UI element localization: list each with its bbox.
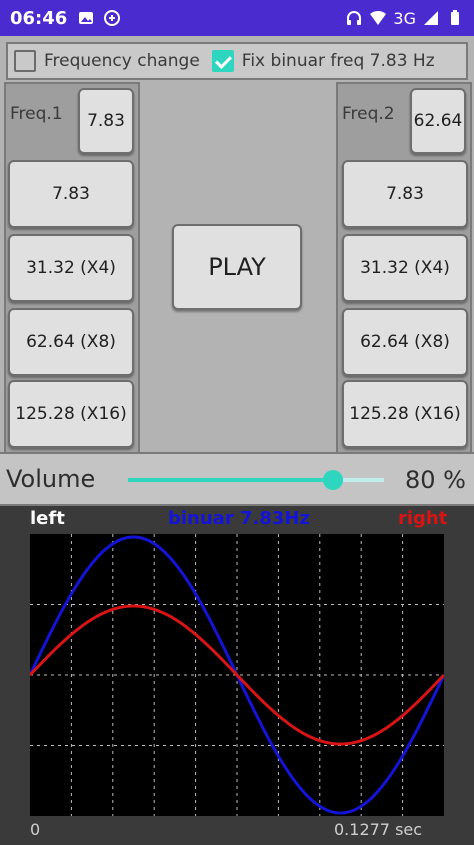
- left-preset-button-4[interactable]: 125.28 (X16): [8, 380, 134, 448]
- fix-binuar-label: Fix binuar freq 7.83 Hz: [241, 51, 435, 71]
- status-time: 06:46: [10, 7, 68, 29]
- left-preset-button-1[interactable]: 7.83: [8, 160, 134, 228]
- frequency-change-checkbox[interactable]: [14, 50, 36, 72]
- options-row: Frequency change Fix binuar freq 7.83 Hz: [6, 42, 468, 80]
- fix-binuar-checkbox[interactable]: [211, 50, 234, 72]
- oscilloscope: left binuar 7.83Hz right 0 0.1277 sec: [0, 506, 474, 845]
- right-preset-button-4[interactable]: 125.28 (X16): [342, 380, 468, 448]
- left-preset-button-3[interactable]: 62.64 (X8): [8, 308, 134, 376]
- scope-left-label: left: [30, 508, 65, 529]
- volume-row: Volume 80 %: [0, 452, 474, 506]
- headset-icon: [347, 11, 362, 25]
- volume-slider-thumb[interactable]: [322, 470, 343, 490]
- volume-slider-fill: [128, 478, 333, 482]
- control-panel: Frequency change Fix binuar freq 7.83 Hz…: [0, 36, 474, 506]
- frequency-change-label: Frequency change: [44, 51, 200, 71]
- x-axis-start: 0: [30, 820, 41, 839]
- scope-right-label: right: [398, 508, 448, 529]
- cell-signal-icon: [424, 11, 438, 25]
- right-preset-button-3[interactable]: 62.64 (X8): [342, 308, 468, 376]
- freq2-value-field[interactable]: 62.64: [410, 88, 466, 154]
- left-preset-button-2[interactable]: 31.32 (X4): [8, 234, 134, 302]
- waveform-plot: [30, 534, 444, 816]
- freq2-label: Freq.2: [342, 104, 395, 124]
- right-preset-button-1[interactable]: 7.83: [342, 160, 468, 228]
- freq1-label: Freq.1: [10, 104, 63, 124]
- volume-label: Volume: [6, 465, 96, 493]
- right-preset-button-2[interactable]: 31.32 (X4): [342, 234, 468, 302]
- sync-notification-icon: [104, 10, 121, 26]
- volume-percent: 80 %: [405, 466, 466, 494]
- right-frequency-column: Freq.2 62.64 7.83 31.32 (X4) 62.64 (X8) …: [336, 82, 472, 488]
- scope-title: binuar 7.83Hz: [168, 508, 310, 529]
- play-button[interactable]: PLAY: [172, 224, 302, 310]
- status-bar: 06:46 3G: [0, 0, 474, 36]
- freq1-value-field[interactable]: 7.83: [78, 88, 134, 154]
- x-axis-end: 0.1277 sec: [334, 820, 423, 839]
- volume-slider[interactable]: [128, 470, 384, 490]
- battery-icon: [451, 10, 459, 25]
- left-frequency-column: Freq.1 7.83 7.83 31.32 (X4) 62.64 (X8) 1…: [4, 82, 140, 488]
- network-type: 3G: [393, 8, 416, 28]
- wifi-icon: [370, 10, 387, 25]
- image-notification-icon: [79, 12, 94, 24]
